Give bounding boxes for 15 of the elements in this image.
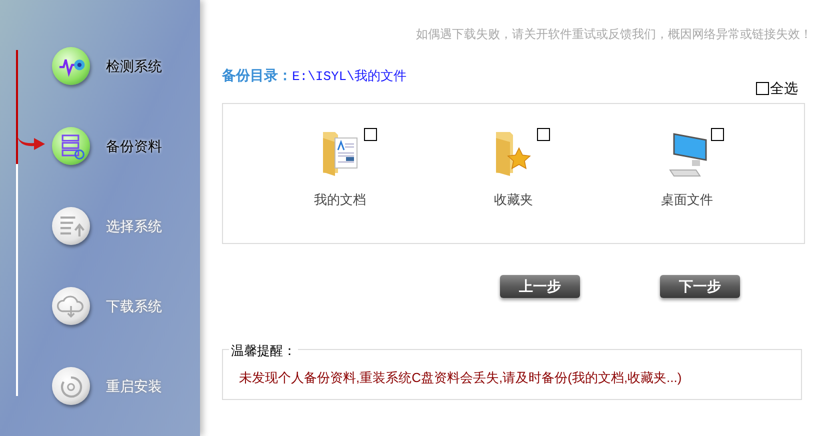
folder-checkbox[interactable]: [711, 128, 724, 140]
folder-checkbox[interactable]: [364, 128, 377, 140]
notice-text: 如偶遇下载失败，请关开软件重试或反馈我们，概因网络异常或链接失效！: [416, 26, 812, 43]
folder-label[interactable]: 我的文档: [314, 190, 366, 209]
select-all-checkbox[interactable]: 全选: [756, 78, 798, 98]
tip-message: 未发现个人备份资料,重装系统C盘资料会丢失,请及时备份(我的文档,收藏夹...): [239, 368, 682, 387]
step-label[interactable]: 备份资料: [106, 136, 162, 156]
previous-button[interactable]: 上一步: [500, 274, 580, 298]
folder-checkbox[interactable]: [537, 128, 550, 140]
step-label[interactable]: 检测系统: [106, 56, 162, 76]
next-button[interactable]: 下一步: [660, 274, 740, 298]
folder-label[interactable]: 收藏夹: [494, 190, 533, 209]
folder-label[interactable]: 桌面文件: [661, 190, 714, 209]
backup-dir-label: 备份目录：: [222, 66, 292, 85]
backup-dir-path: E:\ISYL\我的文件: [292, 68, 406, 86]
